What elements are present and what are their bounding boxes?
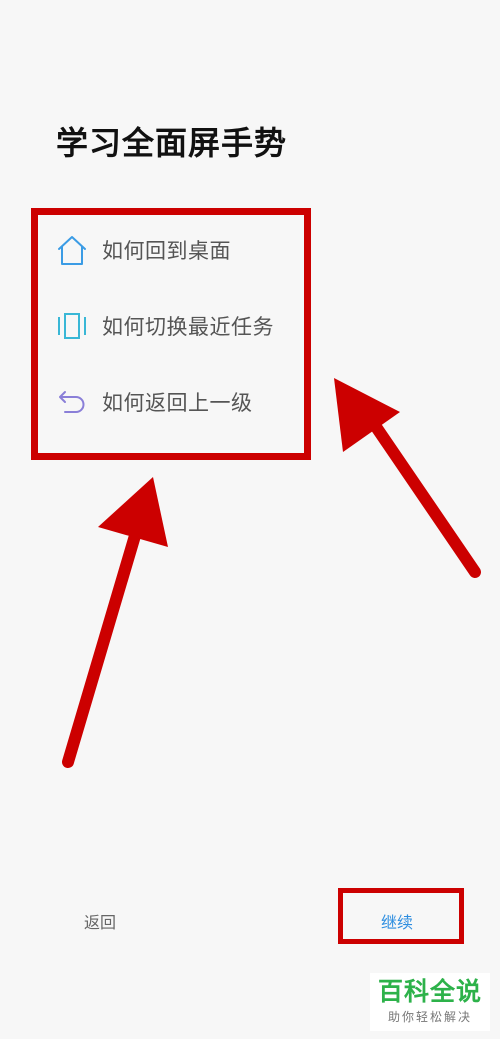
- page-title: 学习全面屏手势: [56, 124, 288, 162]
- annotation-arrow-left-head: [98, 477, 168, 547]
- watermark-title: 百科全说: [377, 977, 482, 1006]
- watermark-subtitle: 助你轻松解决: [387, 1010, 472, 1024]
- annotation-arrow-right-head: [334, 378, 400, 452]
- back-button[interactable]: 返回: [84, 909, 116, 933]
- annotation-arrow-right-shaft: [364, 412, 481, 578]
- watermark-logo: 百科全说 助你轻松解决: [370, 973, 490, 1031]
- annotation-continue-box: [338, 888, 464, 944]
- annotation-highlight-box: [31, 208, 311, 460]
- annotation-arrow-left-shaft: [62, 506, 148, 768]
